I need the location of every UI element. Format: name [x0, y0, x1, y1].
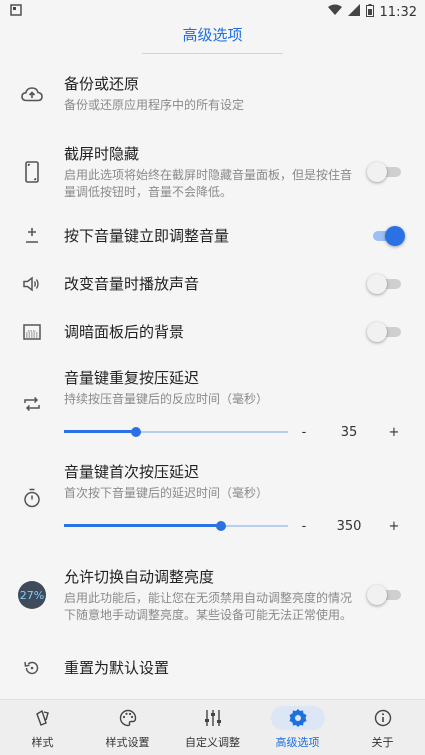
decrease-button[interactable]: - [297, 519, 311, 534]
nav-item-custom-adjust[interactable]: 自定义调整 [170, 700, 255, 755]
repeat-icon [0, 396, 64, 412]
repeat-delay-controls: - 35 + [297, 425, 401, 440]
brightness-percent-badge: 27% [18, 581, 46, 609]
settings-list: 备份或还原 备份或还原应用程序中的所有设定 截屏时隐藏 启用此选项将始终在截屏时… [0, 46, 425, 692]
signal-icon [347, 4, 360, 20]
repeat-delay-title: 音量键重复按压延迟 [64, 369, 200, 387]
nav-item-about[interactable]: 关于 [340, 700, 425, 755]
decrease-button[interactable]: - [297, 425, 311, 440]
style-icon [23, 706, 63, 730]
setting-reset[interactable]: 重置为默认设置 [0, 644, 425, 692]
backup-desc: 备份或还原应用程序中的所有设定 [64, 98, 245, 112]
hide-screenshot-desc: 启用此选项将始终在截屏时隐藏音量面板，但是按住音量调低按钮时，音量不会降低。 [64, 167, 353, 199]
repeat-delay-slider[interactable] [64, 424, 288, 440]
speaker-icon [0, 276, 64, 292]
bottom-navigation: 样式 样式设置 自定义调整 高级选项 关于 [0, 699, 425, 755]
repeat-delay-value: 35 [340, 425, 358, 440]
phone-screenshot-icon [0, 161, 64, 183]
nav-label: 自定义调整 [185, 735, 240, 749]
volume-key-toggle[interactable] [371, 226, 405, 246]
dim-background-icon [0, 324, 64, 340]
status-time: 11:32 [379, 4, 417, 20]
first-delay-title: 音量键首次按压延迟 [64, 463, 200, 481]
dim-background-toggle[interactable] [367, 322, 401, 342]
volume-key-title: 按下音量键立即调整音量 [64, 227, 230, 245]
hide-screenshot-toggle[interactable] [367, 162, 401, 182]
setting-first-delay: 音量键首次按压延迟 首次按下音量键后的延迟时间（毫秒） - 350 + [0, 456, 425, 540]
increase-button[interactable]: + [387, 519, 401, 534]
nav-label: 样式 [31, 735, 54, 749]
auto-brightness-desc: 启用此功能后，能让您在无须禁用自动调整亮度的情况下随意地手动调整亮度。某些设备可… [64, 590, 353, 622]
setting-hide-screenshot[interactable]: 截屏时隐藏 启用此选项将始终在截屏时隐藏音量面板，但是按住音量调低按钮时，音量不… [0, 134, 425, 210]
cloud-upload-icon [0, 86, 64, 102]
setting-repeat-delay: 音量键重复按压延迟 持续按压音量键后的反应时间（毫秒） - 35 + [0, 362, 425, 446]
play-sound-title: 改变音量时播放声音 [64, 275, 200, 293]
status-bar: 11:32 [0, 0, 425, 24]
auto-brightness-toggle[interactable] [367, 585, 401, 605]
notification-icon [10, 4, 22, 20]
page-title: 高级选项 [142, 24, 283, 54]
nav-item-style[interactable]: 样式 [0, 700, 85, 755]
first-delay-value: 350 [336, 519, 362, 534]
reset-icon [0, 659, 64, 677]
backup-title: 备份或还原 [64, 75, 140, 93]
setting-volume-key[interactable]: 按下音量键立即调整音量 [0, 212, 425, 260]
nav-label: 关于 [371, 735, 394, 749]
reset-title: 重置为默认设置 [64, 659, 170, 677]
palette-icon [108, 706, 148, 730]
setting-dim-background[interactable]: 调暗面板后的背景 [0, 308, 425, 356]
nav-label: 样式设置 [105, 735, 150, 749]
first-delay-controls: - 350 + [297, 519, 401, 534]
repeat-delay-desc: 持续按压音量键后的反应时间（毫秒） [64, 392, 269, 406]
nav-item-style-settings[interactable]: 样式设置 [85, 700, 170, 755]
info-icon [363, 706, 403, 730]
slider-thumb[interactable] [215, 521, 226, 531]
tune-icon [193, 706, 233, 730]
setting-play-sound[interactable]: 改变音量时播放声音 [0, 260, 425, 308]
setting-auto-brightness[interactable]: 27% 允许切换自动调整亮度 启用此功能后，能让您在无须禁用自动调整亮度的情况下… [0, 560, 425, 630]
hide-screenshot-title: 截屏时隐藏 [64, 144, 140, 163]
status-right: 11:32 [327, 3, 417, 21]
slider-thumb[interactable] [130, 427, 141, 437]
auto-brightness-title: 允许切换自动调整亮度 [64, 567, 215, 586]
nav-label: 高级选项 [275, 735, 320, 749]
setting-backup[interactable]: 备份或还原 备份或还原应用程序中的所有设定 [0, 66, 425, 122]
first-delay-slider[interactable] [64, 518, 288, 534]
increase-button[interactable]: + [387, 425, 401, 440]
brightness-badge: 27% [0, 581, 64, 609]
wifi-icon [327, 4, 342, 20]
battery-icon [365, 3, 374, 21]
dim-background-title: 调暗面板后的背景 [64, 323, 185, 341]
first-delay-desc: 首次按下音量键后的延迟时间（毫秒） [64, 486, 269, 500]
plus-minus-icon [0, 227, 64, 245]
nav-item-advanced[interactable]: 高级选项 [255, 700, 340, 755]
header: 高级选项 [0, 24, 425, 54]
timer-icon [0, 488, 64, 508]
gear-icon [270, 705, 325, 730]
play-sound-toggle[interactable] [367, 274, 401, 294]
